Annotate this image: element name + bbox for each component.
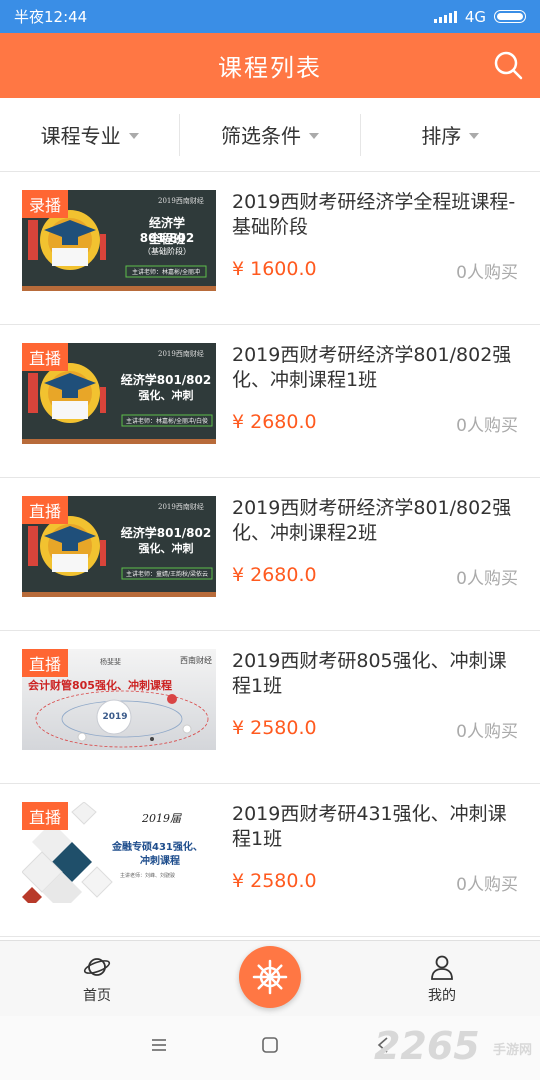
status-icons: 4G	[433, 7, 526, 26]
thumb-subtitle: 全程班	[148, 232, 185, 246]
course-type-tag: 直播	[22, 802, 69, 830]
caret-down-icon	[469, 132, 480, 139]
filter-conditions-dropdown[interactable]: 筛选条件	[179, 113, 359, 156]
nav-mine-tab[interactable]: 我的	[402, 953, 482, 1005]
course-price: ¥ 1600.0	[232, 258, 317, 280]
app-header: 课程列表	[0, 33, 540, 98]
course-title: 2019西财考研经济学801/802强化、冲刺课程1班	[232, 344, 512, 391]
thumb-top-text: 西南财经	[180, 656, 212, 665]
course-thumbnail: 直播 2019西南财经 经济学801/802 强化、冲刺 主讲老师：林嘉彬/全丽…	[22, 343, 216, 444]
course-type-tag: 直播	[22, 496, 69, 524]
thumb-teacher: 主讲老师：童婧/王韵秋/梁依云	[125, 571, 209, 578]
filter-major-dropdown[interactable]: 课程专业	[0, 114, 179, 156]
course-thumbnail: 直播 2019届 金融专硕431强化、 冲刺课程 主讲老师：刘峰、刘骁骏	[22, 802, 216, 903]
helm-icon	[252, 959, 288, 995]
course-type-tag: 录播	[22, 190, 69, 218]
network-label: 4G	[464, 7, 486, 26]
course-price: ¥ 2680.0	[232, 564, 317, 586]
thumb-headline: 经济学801/802	[120, 526, 212, 540]
course-list-item[interactable]: 录播 2019西南财经 经济学801/802 全程班 （基础阶段） 主讲老师：林…	[0, 172, 540, 325]
thumb-year: 2019届	[142, 812, 181, 825]
caret-down-icon	[128, 132, 139, 139]
thumb-top-text: 2019西南财经	[158, 197, 204, 205]
watermark-logo: 2265 手游网	[374, 1024, 532, 1068]
course-list-item[interactable]: 直播 2019西南财经 经济学801/802 强化、冲刺 主讲老师：童婧/王韵秋…	[0, 478, 540, 631]
nav-home-tab[interactable]: 首页	[57, 953, 137, 1005]
course-thumbnail: 直播 2019西南财经 经济学801/802 强化、冲刺 主讲老师：童婧/王韵秋…	[22, 496, 216, 597]
bottom-nav: 首页 我的	[0, 940, 540, 1016]
course-title: 2019西财考研805强化、冲刺课程1班	[232, 650, 507, 697]
thumb-subtitle: 强化、冲刺	[138, 389, 194, 402]
course-buyers: 0人购买	[456, 722, 518, 742]
course-title: 2019西财考研431强化、冲刺课程1班	[232, 803, 507, 850]
course-price: ¥ 2580.0	[232, 717, 317, 739]
battery-icon	[494, 10, 526, 23]
caret-down-icon	[308, 132, 319, 139]
nav-center-button[interactable]	[239, 946, 301, 1008]
status-bar: 半夜12:44 4G	[0, 0, 540, 33]
thumb-headline: 会计财管805强化、冲刺课程	[28, 679, 172, 692]
course-title: 2019西财考研经济学801/802强化、冲刺课程2班	[232, 497, 512, 544]
filter-sort-dropdown[interactable]: 排序	[359, 113, 540, 156]
course-buyers: 0人购买	[456, 569, 518, 589]
course-price: ¥ 2680.0	[232, 411, 317, 433]
course-price: ¥ 2580.0	[232, 870, 317, 892]
thumb-teacher: 主讲老师：林嘉彬/全丽冲/白俊	[125, 418, 209, 425]
thumb-top-text: 2019西南财经	[158, 350, 204, 358]
thumb-top-text: 2019西南财经	[158, 503, 204, 511]
watermark-suffix: 手游网	[492, 1043, 532, 1058]
course-list: 录播 2019西南财经 经济学801/802 全程班 （基础阶段） 主讲老师：林…	[0, 172, 540, 937]
thumb-teacher: 主讲老师：刘峰、刘骁骏	[120, 873, 176, 879]
nav-mine-label: 我的	[428, 988, 456, 1004]
user-icon	[431, 955, 453, 980]
system-nav-bar: 2265 手游网	[0, 1016, 540, 1080]
course-type-tag: 直播	[22, 649, 69, 677]
thumb-headline: 金融专硕431强化、	[112, 842, 203, 853]
course-list-item[interactable]: 直播 2019西南财经 经济学801/802 强化、冲刺 主讲老师：林嘉彬/全丽…	[0, 325, 540, 478]
thumb-teacher: 杨斐斐	[100, 658, 121, 666]
filter-bar: 课程专业 筛选条件 排序	[0, 98, 540, 172]
page-title: 课程列表	[218, 54, 322, 82]
thumb-subtitle: 冲刺课程	[140, 856, 180, 867]
planet-icon	[83, 958, 111, 976]
filter-label: 排序	[421, 124, 462, 148]
course-list-item[interactable]: 直播 2019届 金融专硕431强化、 冲刺课程 主讲老师：刘峰、刘骁骏 201…	[0, 784, 540, 937]
course-title: 2019西财考研经济学全程班课程-基础阶段	[232, 191, 516, 238]
signal-icon	[433, 10, 457, 23]
course-buyers: 0人购买	[456, 875, 518, 895]
course-buyers: 0人购买	[456, 263, 518, 283]
course-thumbnail: 录播 2019西南财经 经济学801/802 全程班 （基础阶段） 主讲老师：林…	[22, 190, 216, 291]
thumb-teacher: 主讲老师：林嘉彬/全丽冲	[131, 269, 201, 276]
filter-label: 筛选条件	[220, 124, 301, 148]
search-icon[interactable]	[492, 49, 524, 81]
nav-home-label: 首页	[83, 988, 111, 1004]
watermark-number: 2265	[373, 1024, 480, 1068]
status-time: 半夜12:44	[14, 8, 88, 26]
filter-label: 课程专业	[40, 124, 121, 148]
course-list-item[interactable]: 直播 杨斐斐 西南财经 会计财管805强化、冲刺课程 2019 2019西财考研…	[0, 631, 540, 784]
menu-icon[interactable]	[150, 1036, 168, 1054]
thumb-year: 2019	[102, 712, 128, 722]
thumb-subtitle: 强化、冲刺	[138, 542, 194, 555]
course-type-tag: 直播	[22, 343, 69, 371]
home-square-icon[interactable]	[261, 1036, 279, 1054]
thumb-headline: 经济学801/802	[120, 373, 212, 387]
course-thumbnail: 直播 杨斐斐 西南财经 会计财管805强化、冲刺课程 2019	[22, 649, 216, 750]
course-buyers: 0人购买	[456, 416, 518, 436]
thumb-subtitle-2: （基础阶段）	[143, 247, 191, 256]
